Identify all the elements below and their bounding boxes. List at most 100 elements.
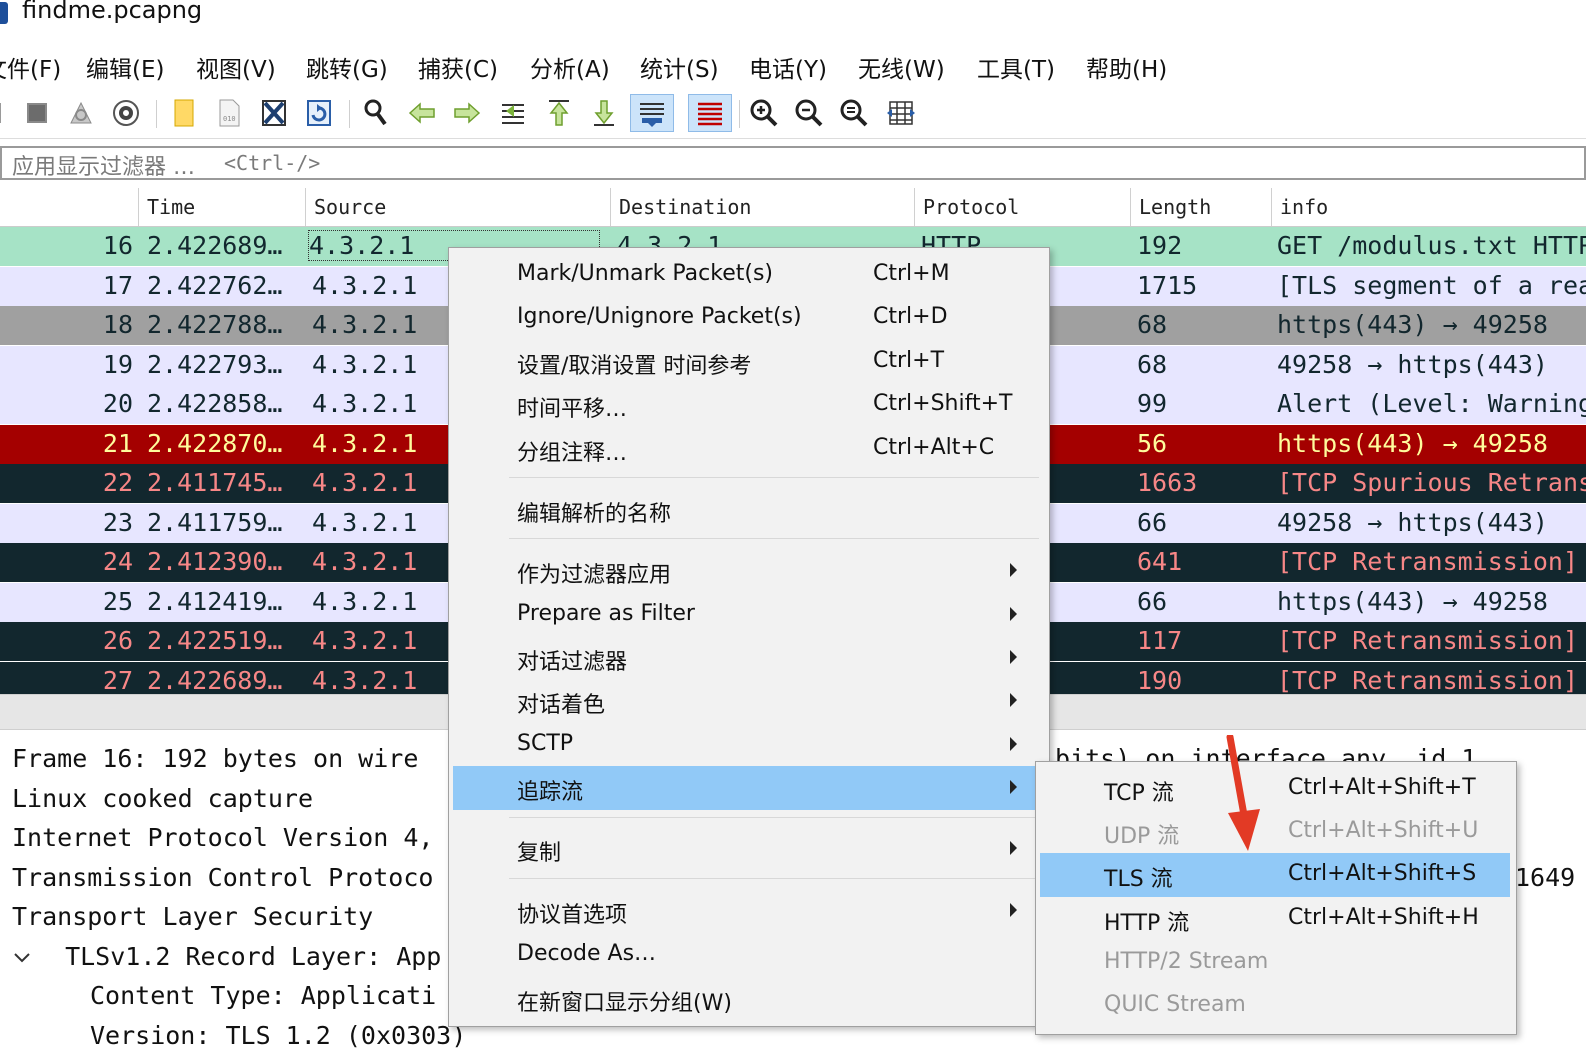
main-toolbar: 010 [0,90,1586,139]
menu-file[interactable]: 文件(F) [0,50,61,84]
cell-info: [TCP Retransmission] [1277,547,1579,576]
submenu-arrow-icon [1010,841,1017,855]
menu-item-label: 复制 [517,841,562,866]
find-packet-icon[interactable] [357,94,395,132]
reload-file-icon[interactable] [300,94,338,132]
zoom-in-icon[interactable] [745,94,783,132]
submenu-item-tls-stream[interactable]: TLS 流 Ctrl+Alt+Shift+S [1040,853,1510,897]
column-header-protocol[interactable]: Protocol [914,188,1130,226]
detail-ipv4[interactable]: Internet Protocol Version 4, [12,823,433,852]
go-first-icon[interactable] [540,94,578,132]
menu-item-prepare-as-filter[interactable]: Prepare as Filter [453,593,1043,637]
menu-item-label: Mark/Unmark Packet(s) [517,261,773,286]
menu-go[interactable]: 跳转(G) [306,50,388,84]
menu-item-packet-comment[interactable]: 分组注释… Ctrl+Alt+C [453,427,1043,471]
cell-info: 49258 → https(443) [1277,507,1548,537]
resize-columns-icon[interactable] [882,94,920,132]
menu-item-time-reference[interactable]: 设置/取消设置 时间参考 Ctrl+T [453,340,1043,384]
display-filter-input[interactable]: 应用显示过滤器 … <Ctrl-/> [0,146,1586,180]
cell-time: 2.411745… [147,468,283,497]
menu-statistics[interactable]: 统计(S) [640,50,719,84]
menu-analyze[interactable]: 分析(A) [530,50,610,84]
menu-item-sctp[interactable]: SCTP [453,723,1043,767]
menu-item-label: Prepare as Filter [517,601,695,626]
go-forward-icon[interactable] [448,94,486,132]
menu-item-label: 作为过滤器应用 [517,563,672,588]
detail-content-type[interactable]: Content Type: Applicati [90,981,436,1010]
cell-no: 21 [102,428,133,458]
menu-help[interactable]: 帮助(H) [1086,50,1167,84]
column-header-no[interactable] [0,188,138,226]
menu-item-edit-resolved-name[interactable]: 编辑解析的名称 [453,488,1043,532]
go-to-packet-icon[interactable] [495,94,533,132]
menu-view[interactable]: 视图(V) [196,50,276,84]
menu-item-apply-as-filter[interactable]: 作为过滤器应用 [453,549,1043,593]
detail-linux-cooked[interactable]: Linux cooked capture [12,784,313,813]
cell-source: 4.3.2.1 [312,547,418,576]
go-last-icon[interactable] [585,94,623,132]
menu-separator [509,477,1039,478]
restart-capture-icon[interactable] [62,94,100,132]
follow-stream-submenu: TCP 流 Ctrl+Alt+Shift+T UDP 流 Ctrl+Alt+Shift… [1035,761,1517,1035]
menu-item-shortcut: Ctrl+M [873,261,950,286]
detail-version[interactable]: Version: TLS 1.2 (0x0303) [90,1021,466,1050]
submenu-item-tcp-stream[interactable]: TCP 流 Ctrl+Alt+Shift+T [1040,767,1510,811]
menu-wireless[interactable]: 无线(W) [858,50,945,84]
column-header-destination[interactable]: Destination [610,188,914,226]
cell-time: 2.422762… [147,270,283,300]
menu-telephony[interactable]: 电话(Y) [749,50,827,84]
chevron-down-icon[interactable] [12,942,38,971]
cell-time: 2.422689… [147,231,283,260]
menu-item-decode-as[interactable]: Decode As… [453,933,1043,977]
svg-text:010: 010 [223,115,236,123]
menu-capture[interactable]: 捕获(C) [418,50,498,84]
submenu-item-shortcut: Ctrl+Alt+Shift+S [1288,861,1477,886]
filter-shortcut-hint: <Ctrl-/> [224,151,321,175]
go-back-icon[interactable] [403,94,441,132]
column-header-length[interactable]: Length [1130,188,1271,226]
save-file-icon[interactable]: 010 [210,94,248,132]
detail-tls[interactable]: Transport Layer Security [12,902,373,931]
menu-item-conversation-filter[interactable]: 对话过滤器 [453,636,1043,680]
submenu-arrow-icon [1010,903,1017,917]
cell-no: 26 [102,626,133,655]
zoom-out-icon[interactable] [790,94,828,132]
menu-item-mark[interactable]: Mark/Unmark Packet(s) Ctrl+M [453,253,1043,297]
detail-tls-record[interactable]: TLSv1.2 Record Layer: App [12,942,441,971]
column-header-source[interactable]: Source [305,188,610,226]
close-file-icon[interactable] [255,94,293,132]
menu-tools[interactable]: 工具(T) [977,50,1055,84]
menu-item-label: 追踪流 [517,780,584,805]
menu-separator [509,878,1039,879]
detail-tcp[interactable]: Transmission Control Protoco [12,863,433,892]
detail-frame[interactable]: Frame 16: 192 bytes on wire [12,744,418,773]
column-header-info[interactable]: info [1271,188,1586,226]
wireshark-app-icon [0,2,8,24]
autoscroll-icon[interactable] [630,94,674,132]
menu-item-show-in-new-window[interactable]: 在新窗口显示分组(W) [453,977,1043,1021]
submenu-item-http-stream[interactable]: HTTP 流 Ctrl+Alt+Shift+H [1040,897,1510,941]
menu-item-colorize-conversation[interactable]: 对话着色 [453,679,1043,723]
column-header-time[interactable]: Time [138,188,305,226]
cell-no: 16 [102,231,133,260]
menu-item-label: 分组注释… [517,441,628,466]
menu-item-label: Ignore/Unignore Packet(s) [517,304,802,329]
cell-no: 27 [102,665,133,695]
menu-item-shortcut: Ctrl+Alt+C [873,435,995,460]
colorize-icon[interactable] [688,94,732,132]
zoom-normal-icon[interactable] [835,94,873,132]
menu-item-follow-stream[interactable]: 追踪流 [453,766,1043,810]
menu-edit[interactable]: 编辑(E) [86,50,164,84]
submenu-arrow-icon [1010,693,1017,707]
menu-item-time-shift[interactable]: 时间平移… Ctrl+Shift+T [453,383,1043,427]
capture-options-icon[interactable] [107,94,145,132]
cell-length: 66 [1137,586,1168,616]
cell-no: 17 [102,270,133,300]
menu-item-copy[interactable]: 复制 [453,827,1043,871]
menu-item-protocol-preferences[interactable]: 协议首选项 [453,889,1043,933]
menu-item-ignore[interactable]: Ignore/Unignore Packet(s) Ctrl+D [453,296,1043,340]
cell-source: 4.3.2.1 [312,626,418,655]
menu-item-label: 对话过滤器 [517,650,628,675]
open-file-icon[interactable] [165,94,203,132]
stop-capture-icon[interactable] [18,94,56,132]
